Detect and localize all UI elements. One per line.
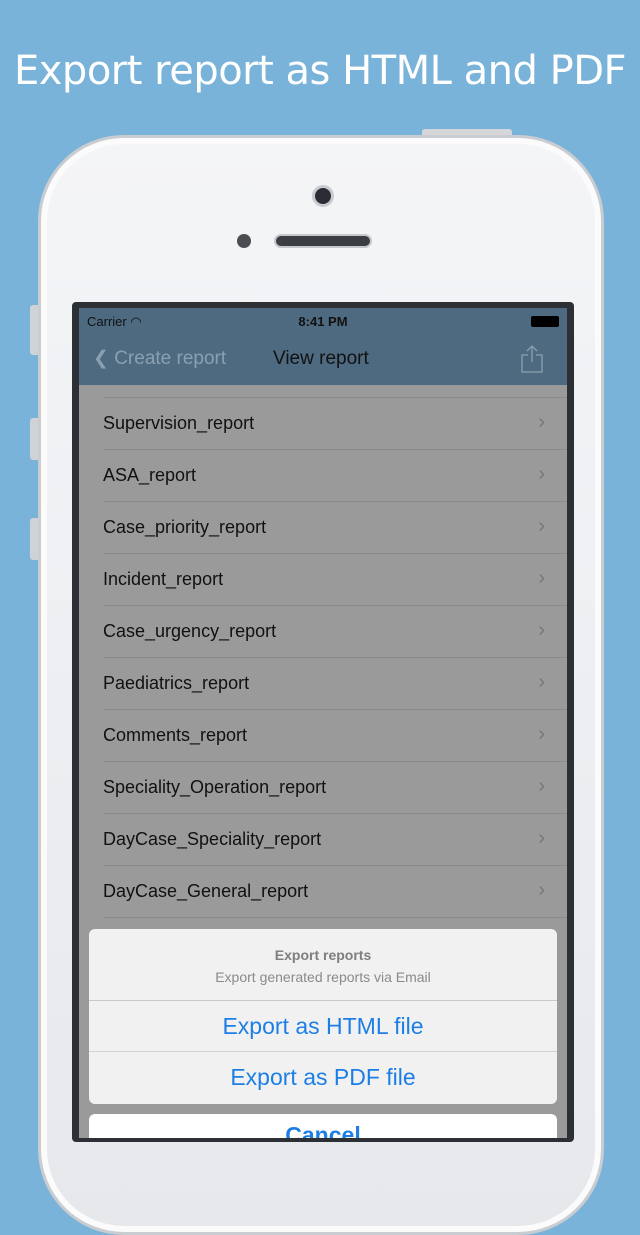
page-title: View report <box>273 348 369 369</box>
volume-down-button <box>30 518 38 560</box>
report-list: Supervision_report › ASA_report › Case_prior… <box>79 385 567 918</box>
action-sheet: Export reports Export generated reports … <box>89 929 557 1104</box>
list-item[interactable]: DayCase_Speciality_report › <box>103 814 567 866</box>
chevron-right-icon: › <box>538 515 545 537</box>
action-sheet-title: Export reports <box>274 947 372 963</box>
chevron-left-icon: ❮ <box>93 348 109 369</box>
export-html-button[interactable]: Export as HTML file <box>89 1001 557 1052</box>
list-item[interactable]: DayCase_General_report › <box>103 866 567 918</box>
clock: 8:41 PM <box>298 314 348 329</box>
list-item[interactable]: Supervision_report › <box>103 398 567 450</box>
chevron-right-icon: › <box>538 827 545 849</box>
share-icon[interactable] <box>521 345 543 373</box>
report-name: Case_urgency_report <box>103 621 277 641</box>
list-item[interactable]: ASA_report › <box>103 450 567 502</box>
chevron-right-icon: › <box>538 411 545 433</box>
headline: Export report as HTML and PDF <box>13 48 627 94</box>
screen: Carrier ◠ 8:41 PM ❮ Create report View r… <box>79 308 567 1138</box>
mute-switch <box>30 305 38 355</box>
list-item[interactable]: Incident_report › <box>103 554 567 606</box>
camera <box>312 185 334 207</box>
report-name: Paediatrics_report <box>103 673 250 693</box>
sensor <box>237 234 251 248</box>
report-name: Supervision_report <box>103 413 255 433</box>
chevron-right-icon: › <box>538 671 545 693</box>
status-bar: Carrier ◠ 8:41 PM <box>79 308 567 335</box>
list-item[interactable]: Case_urgency_report › <box>103 606 567 658</box>
chevron-right-icon: › <box>538 879 545 901</box>
chevron-right-icon: › <box>538 567 545 589</box>
battery-icon <box>531 316 559 327</box>
action-sheet-message: Export generated reports via Email <box>215 969 431 985</box>
chevron-right-icon: › <box>538 463 545 485</box>
cancel-button[interactable]: Cancel <box>89 1114 557 1138</box>
export-pdf-button[interactable]: Export as PDF file <box>89 1052 557 1103</box>
report-name: DayCase_General_report <box>103 881 309 901</box>
report-name: Speciality_Operation_report <box>103 777 327 797</box>
list-item[interactable]: Paediatrics_report › <box>103 658 567 710</box>
report-name: DayCase_Speciality_report <box>103 829 322 849</box>
report-name: ASA_report <box>103 465 197 485</box>
back-label: Create report <box>114 348 227 369</box>
back-button[interactable]: ❮ Create report <box>93 347 226 370</box>
speaker <box>274 234 372 248</box>
report-name: Case_priority_report <box>103 517 267 537</box>
list-item[interactable]: Comments_report › <box>103 710 567 762</box>
volume-up-button <box>30 418 38 460</box>
list-item[interactable]: Case_priority_report › <box>103 502 567 554</box>
report-name: Comments_report <box>103 725 248 745</box>
list-item[interactable]: Speciality_Operation_report › <box>103 762 567 814</box>
chevron-right-icon: › <box>538 775 545 797</box>
nav-bar: ❮ Create report View report <box>79 335 567 385</box>
chevron-right-icon: › <box>538 723 545 745</box>
chevron-right-icon: › <box>538 619 545 641</box>
report-name: Incident_report <box>103 569 224 589</box>
